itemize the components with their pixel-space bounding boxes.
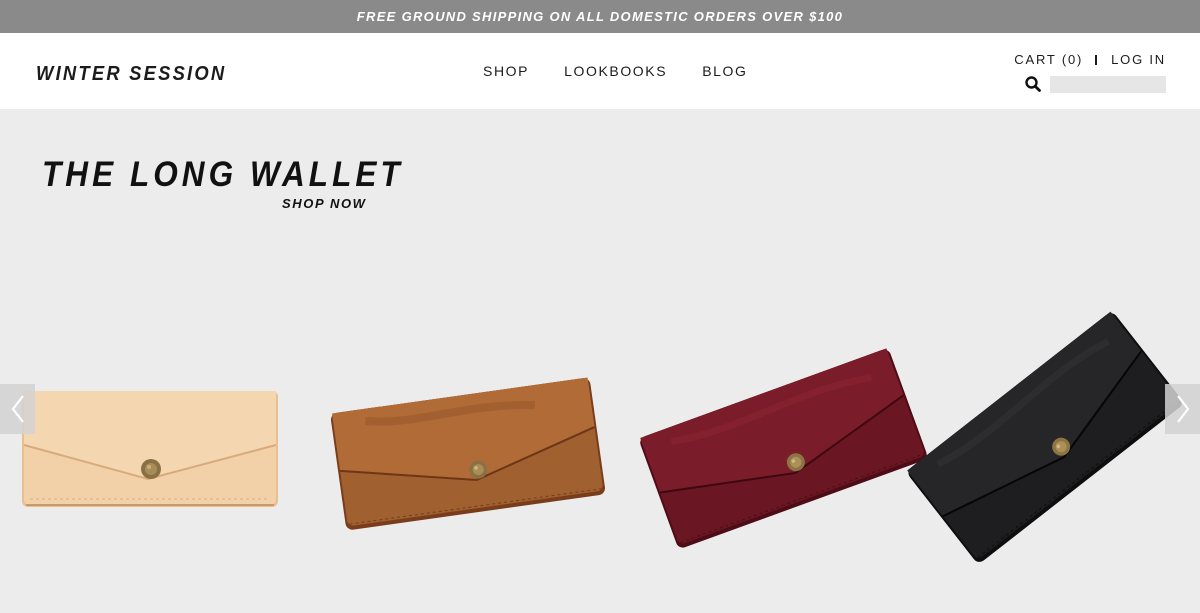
main-nav: SHOP LOOKBOOKS BLOG: [483, 63, 783, 79]
nav-item-shop[interactable]: SHOP: [483, 63, 529, 79]
nav-item-blog[interactable]: BLOG: [702, 63, 747, 79]
cart-link[interactable]: CART (0): [1014, 52, 1083, 67]
site-header: WINTER SESSION SHOP LOOKBOOKS BLOG CART …: [0, 33, 1200, 109]
announcement-text: FREE GROUND SHIPPING ON ALL DOMESTIC ORD…: [356, 9, 844, 24]
wallet-tan-brown-image[interactable]: [330, 357, 606, 537]
shop-now-link[interactable]: SHOP NOW: [282, 196, 367, 211]
utility-links: CART (0) LOG IN: [1014, 52, 1166, 67]
login-link[interactable]: LOG IN: [1111, 52, 1166, 67]
wallet-burgundy-image[interactable]: [640, 327, 930, 567]
chevron-right-icon: [1176, 395, 1189, 423]
hero-banner: THE LONG WALLET SHOP NOW: [0, 109, 1200, 613]
announcement-bar: FREE GROUND SHIPPING ON ALL DOMESTIC ORD…: [0, 0, 1200, 33]
chevron-left-icon: [11, 395, 24, 423]
site-logo[interactable]: WINTER SESSION: [36, 63, 226, 86]
search-bar: [1024, 75, 1166, 93]
wallet-natural-image[interactable]: [20, 387, 280, 509]
carousel-prev-button[interactable]: [0, 384, 35, 434]
carousel-next-button[interactable]: [1165, 384, 1200, 434]
search-icon[interactable]: [1024, 75, 1042, 93]
search-input[interactable]: [1050, 75, 1166, 93]
utility-divider: [1095, 54, 1098, 65]
wallet-black-image[interactable]: [907, 299, 1182, 579]
hero-title: THE LONG WALLET: [42, 155, 404, 194]
nav-item-lookbooks[interactable]: LOOKBOOKS: [564, 63, 667, 79]
